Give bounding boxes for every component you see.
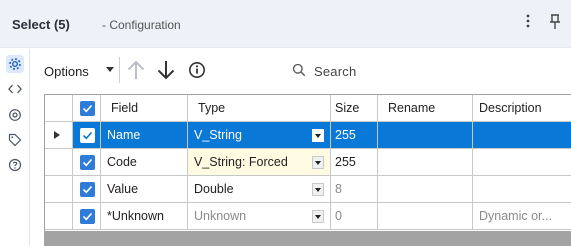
title-bar: Select (5) - Configuration <box>0 0 571 48</box>
row-checkbox-cell <box>73 149 101 176</box>
size-cell[interactable]: 0 <box>331 203 378 230</box>
size-cell[interactable]: 255 <box>331 122 378 149</box>
row-include-checkbox[interactable] <box>80 128 95 143</box>
table-row[interactable]: *Unknown Unknown 0 Dynamic or... <box>45 203 571 230</box>
field-name-cell[interactable]: *Unknown <box>101 203 188 230</box>
window-subtitle: - Configuration <box>102 18 181 32</box>
row-indicator-cell <box>45 176 73 203</box>
table-row[interactable]: Value Double 8 <box>45 176 571 203</box>
row-checkbox-cell <box>73 203 101 230</box>
table-header-row: Field Type Size Rename Description <box>45 95 571 122</box>
fields-grid: Field Type Size Rename Description Name … <box>44 94 571 246</box>
info-icon[interactable] <box>188 61 206 82</box>
size-cell[interactable]: 255 <box>331 149 378 176</box>
window-title: Select (5) <box>12 17 70 32</box>
toolbar-divider <box>119 57 120 83</box>
help-icon[interactable] <box>6 156 24 174</box>
rename-cell[interactable] <box>378 176 473 203</box>
window-title-text: Select <box>12 17 51 32</box>
type-dropdown-arrow-icon[interactable] <box>312 183 324 196</box>
row-checkbox-cell <box>73 176 101 203</box>
configuration-toolbar: Options Search <box>31 49 571 93</box>
description-cell[interactable] <box>473 122 571 149</box>
search-icon <box>292 63 306 80</box>
rename-cell[interactable] <box>378 203 473 230</box>
header-type[interactable]: Type <box>188 95 331 122</box>
row-include-checkbox[interactable] <box>80 155 95 170</box>
header-field[interactable]: Field <box>101 95 188 122</box>
header-size[interactable]: Size <box>331 95 378 122</box>
current-row-arrow-icon <box>54 131 60 139</box>
options-menu-button[interactable]: Options <box>44 64 89 79</box>
rename-cell[interactable] <box>378 122 473 149</box>
field-name-cell[interactable]: Name <box>101 122 188 149</box>
target-icon[interactable] <box>6 106 24 124</box>
type-dropdown-arrow-icon[interactable] <box>312 129 324 142</box>
table-row[interactable]: Name V_String 255 <box>45 122 571 149</box>
move-down-arrow-icon[interactable] <box>156 59 176 84</box>
header-description[interactable]: Description <box>473 95 571 122</box>
type-select[interactable]: V_String <box>188 122 331 149</box>
left-sidebar <box>0 49 30 246</box>
move-up-arrow-icon[interactable] <box>126 59 146 84</box>
field-name-cell[interactable]: Code <box>101 149 188 176</box>
chevron-down-icon[interactable] <box>106 67 114 72</box>
type-dropdown-arrow-icon[interactable] <box>312 210 324 223</box>
header-indicator-cell <box>45 95 73 122</box>
tag-icon[interactable] <box>6 131 24 149</box>
options-label: Options <box>44 64 89 79</box>
description-cell[interactable] <box>473 176 571 203</box>
row-indicator-cell <box>45 149 73 176</box>
search-input[interactable]: Search <box>286 59 436 83</box>
header-rename[interactable]: Rename <box>378 95 473 122</box>
gear-icon[interactable] <box>6 55 24 73</box>
type-dropdown-arrow-icon[interactable] <box>312 156 324 169</box>
type-select[interactable]: Double <box>188 176 331 203</box>
header-select-all-cell <box>73 95 101 122</box>
row-include-checkbox[interactable] <box>80 182 95 197</box>
size-cell[interactable]: 8 <box>331 176 378 203</box>
row-checkbox-cell <box>73 122 101 149</box>
more-vertical-icon[interactable] <box>521 14 535 31</box>
description-cell[interactable] <box>473 149 571 176</box>
rename-cell[interactable] <box>378 149 473 176</box>
row-indicator-cell <box>45 203 73 230</box>
search-placeholder: Search <box>314 64 357 79</box>
select-all-checkbox[interactable] <box>80 101 95 116</box>
type-select[interactable]: V_String: Forced <box>188 149 331 176</box>
pin-icon[interactable] <box>548 13 562 31</box>
fields-table: Field Type Size Rename Description Name … <box>44 94 571 231</box>
description-cell[interactable]: Dynamic or... <box>473 203 571 230</box>
type-select[interactable]: Unknown <box>188 203 331 230</box>
row-indicator-cell <box>45 122 73 149</box>
window-title-count: (5) <box>53 17 70 32</box>
code-icon[interactable] <box>6 80 24 98</box>
field-name-cell[interactable]: Value <box>101 176 188 203</box>
row-include-checkbox[interactable] <box>80 209 95 224</box>
table-row[interactable]: Code V_String: Forced 255 <box>45 149 571 176</box>
